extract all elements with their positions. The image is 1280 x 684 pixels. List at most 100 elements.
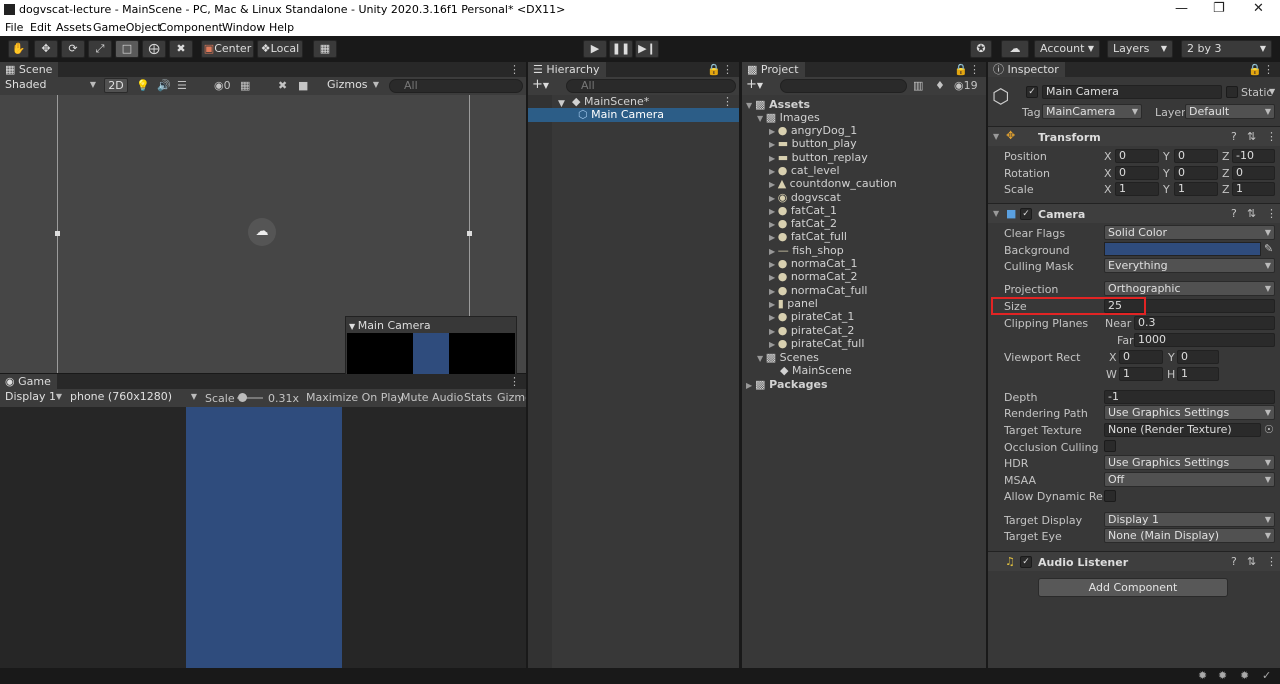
resolution-dropdown[interactable]: phone (760x1280) ▼ xyxy=(67,390,200,405)
layer-dropdown[interactable]: Default ▼ xyxy=(1185,104,1275,119)
search-by-type-icon[interactable]: ▥ xyxy=(913,79,923,92)
progress-icon[interactable]: ✹ xyxy=(1218,669,1227,682)
tools-icon[interactable]: ✖ xyxy=(278,79,287,92)
assets-folder[interactable]: ▼ ▩ Assets xyxy=(746,98,810,111)
asset-item[interactable]: ▶ ● normaCat_full xyxy=(769,284,868,297)
asset-item[interactable]: ▶ ● cat_level xyxy=(769,164,840,177)
hidden-packages-icon[interactable]: ◉19 xyxy=(954,79,978,92)
scale-x-field[interactable]: 1 xyxy=(1115,182,1159,196)
more-icon[interactable]: ⋮ xyxy=(722,63,733,76)
far-field[interactable]: 1000 xyxy=(1134,333,1275,347)
menu-help[interactable]: Help xyxy=(269,21,294,34)
menu-window[interactable]: Window xyxy=(222,21,265,34)
layout-dropdown[interactable]: 2 by 3 ▼ xyxy=(1181,40,1272,58)
asset-item[interactable]: ▶ ● fatCat_1 xyxy=(769,204,837,217)
images-folder[interactable]: ▼ ▩ Images xyxy=(757,111,820,124)
help-icon[interactable]: ? xyxy=(1231,207,1237,220)
asset-item[interactable]: ▶ ● normaCat_2 xyxy=(769,270,858,283)
more-icon[interactable]: ⋮ xyxy=(1266,130,1277,143)
transform-header[interactable]: ▼ ✥ Transform ? ⇅ ⋮ xyxy=(988,126,1280,146)
lock-icon[interactable]: 🔒 xyxy=(707,63,721,76)
help-icon[interactable]: ? xyxy=(1231,555,1237,568)
account-dropdown[interactable]: Account ▼ xyxy=(1034,40,1100,58)
object-name-field[interactable]: Main Camera xyxy=(1042,85,1222,99)
add-component-button[interactable]: Add Component xyxy=(1038,578,1228,597)
transform-tool-icon[interactable]: ⨁ xyxy=(142,40,166,58)
camera-header[interactable]: ▼ ■ ✓ Camera ? ⇅ ⋮ xyxy=(988,203,1280,223)
mute-audio-button[interactable]: Mute Audio xyxy=(401,391,463,404)
preset-icon[interactable]: ⇅ xyxy=(1247,207,1256,220)
packages-folder[interactable]: ▶ ▩ Packages xyxy=(746,378,828,391)
active-checkbox[interactable]: ✓ xyxy=(1026,86,1038,98)
scene-view[interactable]: ☁ ▼ Main Camera xyxy=(0,95,526,396)
game-view[interactable] xyxy=(0,407,526,668)
depth-field[interactable]: -1 xyxy=(1104,390,1275,404)
chevron-down-icon[interactable]: ▼ xyxy=(1269,87,1275,96)
pause-button[interactable]: ❚❚ xyxy=(609,40,633,58)
position-y-field[interactable]: 0 xyxy=(1174,149,1218,163)
audio-icon[interactable]: 🔊 xyxy=(157,79,171,92)
asset-item[interactable]: ▶ ◉ dogvscat xyxy=(769,191,841,204)
menu-gameobject[interactable]: GameObject xyxy=(93,21,162,34)
tab-scene[interactable]: ▦ Scene xyxy=(0,62,59,77)
camera-enabled-checkbox[interactable]: ✓ xyxy=(1020,208,1032,220)
network-icon[interactable]: ✹ xyxy=(1240,669,1249,682)
selected-row[interactable]: ⬡ Main Camera xyxy=(528,108,739,122)
play-button[interactable]: ▶ xyxy=(583,40,607,58)
tab-inspector[interactable]: ⓘ Inspector xyxy=(988,62,1065,77)
asset-item[interactable]: ▶ ● angryDog_1 xyxy=(769,124,857,137)
object-picker-icon[interactable]: ☉ xyxy=(1264,423,1274,436)
create-plus-icon[interactable]: +▼ xyxy=(532,77,549,92)
cloud-icon[interactable]: ☁ xyxy=(1001,40,1029,58)
tab-game[interactable]: ◉ Game xyxy=(0,374,57,389)
audio-listener-header[interactable]: ♫ ✓ Audio Listener ? ⇅ ⋮ xyxy=(988,551,1280,571)
dynamic-resolution-checkbox[interactable] xyxy=(1104,490,1116,502)
more-icon[interactable]: ⋮ xyxy=(1266,555,1277,568)
asset-item[interactable]: ▶ ▮ panel xyxy=(769,297,818,310)
more-icon[interactable]: ⋮ xyxy=(969,63,980,76)
frame-handle-right[interactable] xyxy=(467,231,472,236)
viewport-w-field[interactable]: 1 xyxy=(1119,367,1163,381)
create-plus-icon[interactable]: +▼ xyxy=(746,77,763,92)
camera-gizmo-icon[interactable]: ☁ xyxy=(248,218,276,246)
asset-item[interactable]: ▶ ▲ countdonw_caution xyxy=(769,177,897,190)
frame-handle-left[interactable] xyxy=(55,231,60,236)
debug-icon[interactable]: ✹ xyxy=(1198,669,1207,682)
game-gizmos-button[interactable]: Gizmo xyxy=(497,391,526,404)
rotation-y-field[interactable]: 0 xyxy=(1174,166,1218,180)
viewport-x-field[interactable]: 0 xyxy=(1119,350,1163,364)
eyedropper-icon[interactable]: ✎ xyxy=(1264,242,1273,255)
culling-mask-dropdown[interactable]: Everything ▼ xyxy=(1104,258,1275,273)
scenes-folder[interactable]: ▼ ▩ Scenes xyxy=(757,351,819,364)
lock-icon[interactable]: 🔒 xyxy=(1248,63,1262,76)
position-x-field[interactable]: 0 xyxy=(1115,149,1159,163)
scale-y-field[interactable]: 1 xyxy=(1174,182,1218,196)
asset-item[interactable]: ▶ ▬ button_play xyxy=(769,137,857,150)
asset-item[interactable]: ▶ ● pirateCat_2 xyxy=(769,324,854,337)
menu-edit[interactable]: Edit xyxy=(30,21,51,34)
asset-item[interactable]: ▶ ● fatCat_2 xyxy=(769,217,837,230)
viewport-h-field[interactable]: 1 xyxy=(1177,367,1219,381)
scene-root-item[interactable]: ▼ ◆ MainScene* xyxy=(558,95,649,109)
mode-2d-button[interactable]: 2D xyxy=(104,78,128,93)
more-icon[interactable]: ⋮ xyxy=(509,375,520,388)
clear-flags-dropdown[interactable]: Solid Color ▼ xyxy=(1104,225,1275,240)
tag-dropdown[interactable]: MainCamera ▼ xyxy=(1042,104,1142,119)
move-tool-icon[interactable]: ✥ xyxy=(34,40,58,58)
menu-component[interactable]: Component xyxy=(159,21,223,34)
asset-item[interactable]: ▶ — fish_shop xyxy=(769,244,844,257)
help-icon[interactable]: ? xyxy=(1231,130,1237,143)
lighting-icon[interactable]: 💡 xyxy=(136,79,150,92)
search-by-label-icon[interactable]: ♦ xyxy=(935,79,945,92)
scene-asset-item[interactable]: ◆ MainScene xyxy=(780,364,852,377)
more-icon[interactable]: ⋮ xyxy=(509,63,520,76)
asset-item[interactable]: ▶ ● pirateCat_1 xyxy=(769,310,854,323)
scale-tool-icon[interactable]: ⤢ xyxy=(88,40,112,58)
tab-hierarchy[interactable]: ☰ Hierarchy xyxy=(528,62,606,77)
rotate-tool-icon[interactable]: ⟳ xyxy=(61,40,85,58)
asset-item[interactable]: ▶ ● pirateCat_full xyxy=(769,337,864,350)
rendering-path-dropdown[interactable]: Use Graphics Settings ▼ xyxy=(1104,405,1275,420)
display-dropdown[interactable]: Display 1 ▼ xyxy=(2,390,65,405)
scene-search-input[interactable]: All xyxy=(389,79,523,93)
step-button[interactable]: ▶❙ xyxy=(635,40,659,58)
